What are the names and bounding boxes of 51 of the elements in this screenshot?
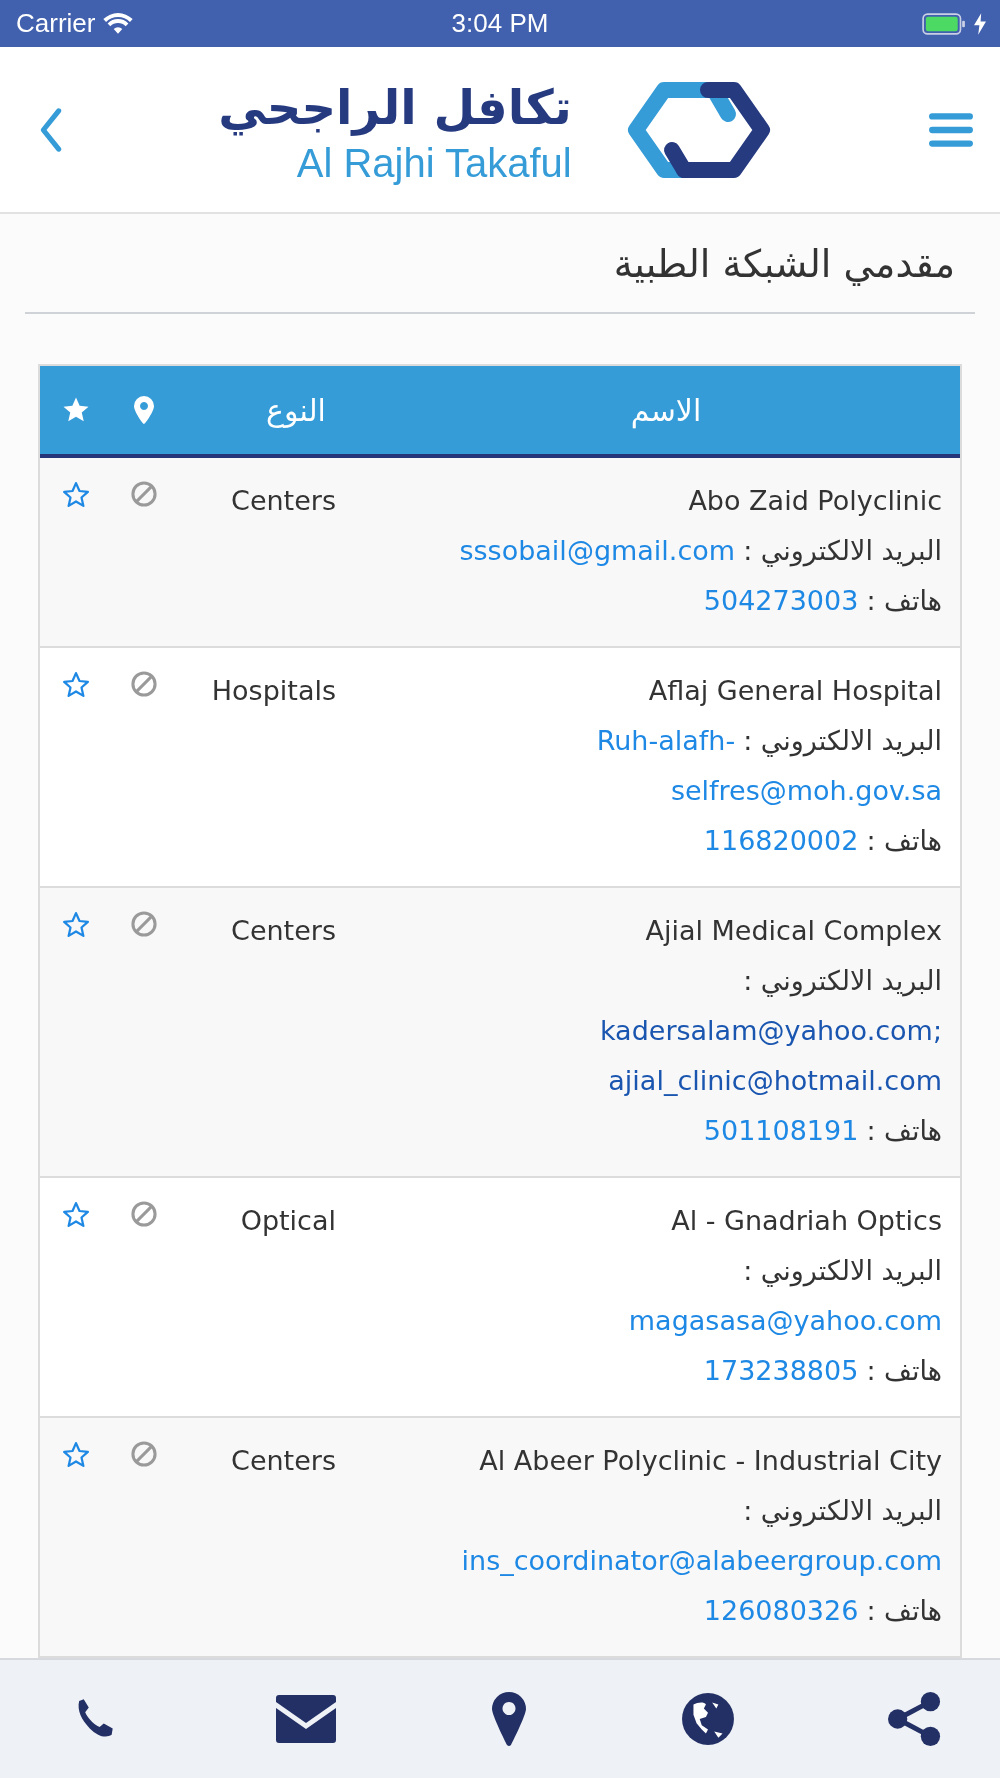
no-location-icon	[130, 1200, 158, 1229]
email-link[interactable]: magasasa@yahoo.com	[628, 1296, 942, 1347]
phone-label: هاتف :	[866, 1354, 942, 1389]
logo-arabic-text: تكافل الراجحي	[218, 78, 572, 138]
phone-label: هاتف :	[866, 1114, 942, 1149]
column-header: النوع	[266, 392, 326, 428]
no-location-icon	[130, 480, 158, 509]
provider-name: Aflaj General Hospital	[648, 674, 942, 709]
mail-button[interactable]	[273, 1694, 338, 1745]
email-label: البريد الالكتروني :	[743, 1494, 942, 1529]
email-link[interactable]: sssobail@gmail.com	[459, 526, 736, 577]
no-location-icon	[130, 670, 158, 699]
email-label: البريد الالكتروني :	[743, 724, 942, 759]
location-button[interactable]	[491, 1691, 527, 1748]
email-link[interactable]: ajial_clinic@hotmail.com	[608, 1056, 942, 1107]
phone-label: هاتف :	[866, 824, 942, 859]
email-link[interactable]: ins_coordinator@alabeergroup.com	[461, 1536, 942, 1587]
share-button[interactable]	[888, 1692, 942, 1747]
provider-type: Centers	[231, 1444, 336, 1479]
email-link[interactable]: kadersalam@yahoo.com;	[599, 1006, 942, 1057]
provider-type: Optical	[240, 1204, 336, 1239]
wifi-icon	[103, 12, 134, 35]
phone-label: هاتف :	[866, 1594, 942, 1629]
phone-label: هاتف :	[866, 584, 942, 619]
page-title: مقدمي الشبكة الطبية	[613, 242, 955, 287]
provider-name: Abo Zaid Polyclinic	[688, 484, 942, 519]
phone-link[interactable]: 126080326	[703, 1586, 859, 1637]
no-location-icon	[130, 1440, 158, 1469]
email-link[interactable]: Ruh-alafh-	[596, 716, 736, 767]
email-link[interactable]: selfres@moh.gov.sa	[670, 766, 942, 817]
email-label: البريد الالكتروني :	[743, 534, 942, 569]
provider-type: Centers	[231, 484, 336, 519]
provider-type: Hospitals	[211, 674, 336, 709]
phone-link[interactable]: 116820002	[703, 816, 859, 867]
phone-link[interactable]: 504273003	[703, 576, 859, 627]
location-pin-icon	[134, 396, 154, 425]
charging-icon	[974, 12, 986, 35]
status-time: 3:04 PM	[451, 8, 549, 40]
phone-link[interactable]: 501108191	[703, 1106, 859, 1157]
battery-icon	[922, 12, 966, 35]
email-label: البريد الالكتروني :	[743, 964, 942, 999]
provider-name: Ajial Medical Complex	[645, 914, 942, 949]
provider-name: Al Abeer Polyclinic - Industrial City	[479, 1444, 942, 1479]
phone-link[interactable]: 173238805	[703, 1346, 859, 1397]
provider-name: Al - Gnadriah Optics	[671, 1204, 942, 1239]
email-label: البريد الالكتروني :	[743, 1254, 942, 1289]
carrier-name: Carrier	[16, 8, 96, 40]
no-location-icon	[130, 910, 158, 939]
provider-type: Centers	[231, 914, 336, 949]
logo-text: Al Rajhi Takaful	[296, 141, 572, 186]
column-header: الاسم	[630, 392, 702, 428]
